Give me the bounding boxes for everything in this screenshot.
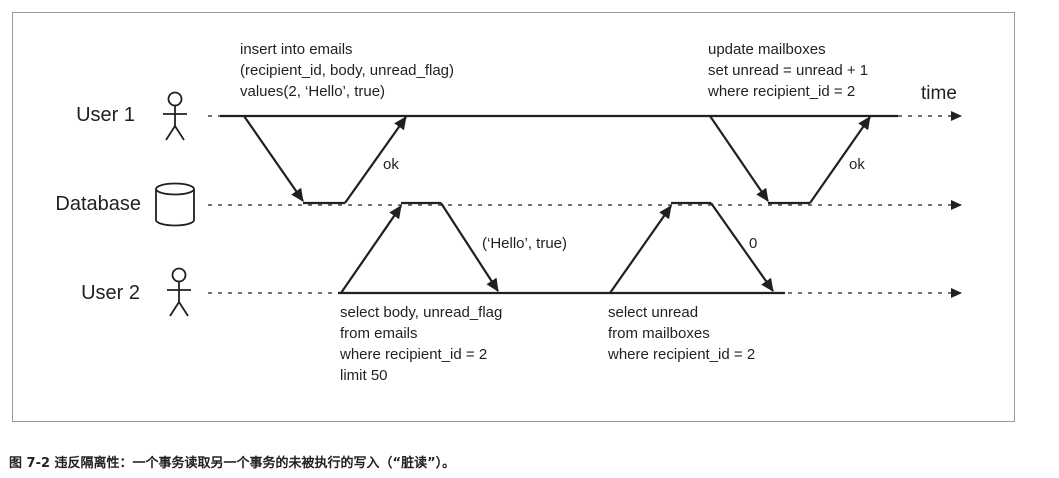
insert-request-arrow bbox=[243, 115, 304, 202]
select-body-result-label: (‘Hello’, true) bbox=[482, 235, 567, 252]
cylinder-icon bbox=[155, 182, 195, 227]
query-line: limit 50 bbox=[340, 367, 388, 384]
stick-figure-icon bbox=[163, 91, 187, 141]
query-line: from mailboxes bbox=[608, 325, 710, 342]
query-line: from emails bbox=[340, 325, 418, 342]
insert-ok-label: ok bbox=[383, 156, 399, 173]
select-body-query: select body, unread_flag from emails whe… bbox=[339, 304, 502, 384]
query-line: select unread bbox=[608, 304, 698, 321]
query-line: where recipient_id = 2 bbox=[707, 83, 855, 100]
query-line: values(2, ‘Hello’, true) bbox=[240, 83, 385, 100]
query-line: where recipient_id = 2 bbox=[339, 346, 487, 363]
select-unread-result-arrow bbox=[710, 202, 774, 292]
select-body-request-arrow bbox=[340, 205, 402, 294]
figure-caption: 图 7-2 违反隔离性：一个事务读取另一个事务的未被执行的写入（“脏读”）。 bbox=[9, 456, 456, 471]
query-line: select body, unread_flag bbox=[340, 304, 502, 321]
insert-query: insert into emails (recipient_id, body, … bbox=[240, 41, 454, 100]
time-axis-label: time bbox=[921, 83, 957, 104]
update-ok-label: ok bbox=[849, 156, 865, 173]
query-line: insert into emails bbox=[240, 41, 353, 58]
query-line: where recipient_id = 2 bbox=[607, 346, 755, 363]
lane-label-user1: User 1 bbox=[76, 104, 135, 126]
update-query: update mailboxes set unread = unread + 1… bbox=[707, 41, 868, 100]
select-unread-request-arrow bbox=[609, 205, 672, 294]
query-line: update mailboxes bbox=[708, 41, 826, 58]
select-unread-query: select unread from mailboxes where recip… bbox=[607, 304, 755, 363]
lane-label-database: Database bbox=[55, 193, 141, 215]
query-line: set unread = unread + 1 bbox=[708, 62, 868, 79]
query-line: (recipient_id, body, unread_flag) bbox=[240, 62, 454, 79]
figure-frame: User 1 Database User 2 time insert into … bbox=[12, 12, 1015, 422]
lane-label-user2: User 2 bbox=[81, 282, 140, 304]
select-unread-result-label: 0 bbox=[749, 235, 757, 252]
update-request-arrow bbox=[709, 115, 769, 202]
dirty-read-diagram: User 1 Database User 2 time insert into … bbox=[55, 41, 962, 384]
stick-figure-icon bbox=[167, 267, 191, 317]
